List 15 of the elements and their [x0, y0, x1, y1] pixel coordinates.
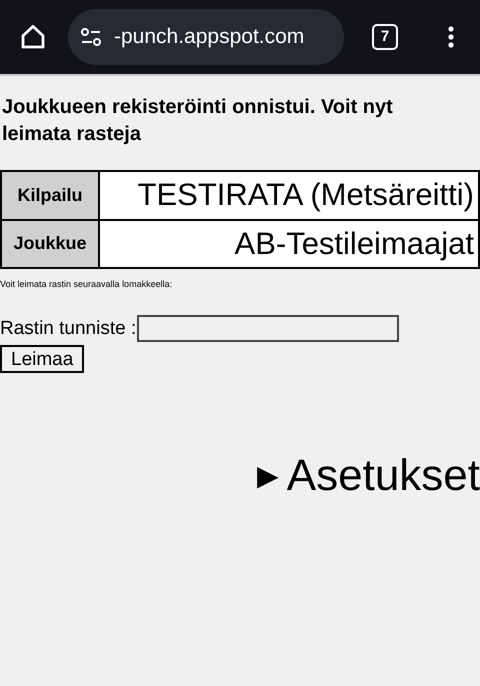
row-header: Joukkue [1, 220, 99, 268]
more-icon[interactable] [448, 26, 454, 48]
address-bar[interactable]: -punch.appspot.com [68, 9, 344, 65]
form-note: Voit leimata rastin seuraavalla lomakkeella: [0, 278, 174, 291]
settings-toggle[interactable]: ▶ Asetukset [0, 443, 480, 509]
input-field[interactable] [137, 315, 400, 342]
tune-icon [80, 27, 102, 47]
table-cell: TESTIRATA (Metsäreitti) [99, 171, 479, 220]
tab-count[interactable]: 7 [372, 24, 398, 50]
row-header: Kilpailu [1, 171, 99, 220]
table-cell: AB-Testileimaajat [99, 220, 479, 268]
field-label: Rastin tunniste : [0, 316, 136, 340]
submit-button[interactable]: Leimaa [0, 345, 84, 373]
page-heading: Joukkueen rekisteröinti onnistui. Voit nyt leimata rasteja [1, 95, 394, 147]
url-text: -punch.appspot.com [114, 24, 304, 50]
